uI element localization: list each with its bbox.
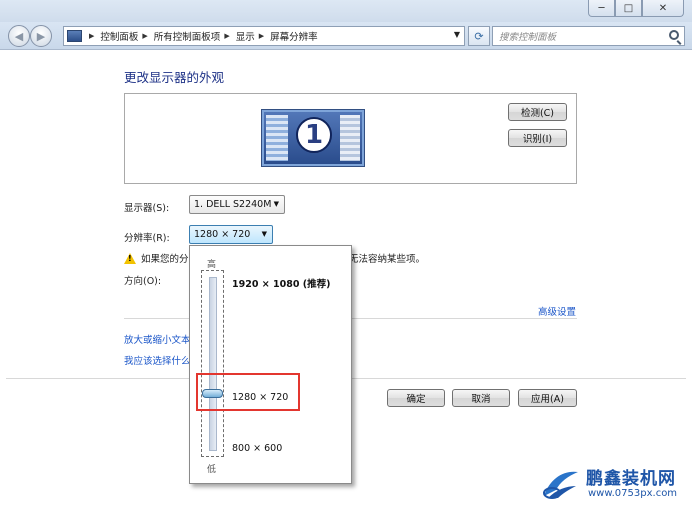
refresh-button[interactable]: ⟳ [468,26,490,46]
refresh-icon: ⟳ [474,29,484,43]
window-controls: ─ □ ✕ [588,0,684,17]
search-placeholder: 搜索控制面板 [499,32,557,43]
navigation-bar: ◀ ▶ ▶ 控制面板 ▶ 所有控制面板项 ▶ 显示 ▶ 屏幕分辨率 ▼ ⟳ 搜索… [0,22,692,50]
breadcrumb-display[interactable]: 显示 [236,29,255,43]
back-button[interactable]: ◀ [8,25,30,47]
chevron-right-icon: ▶ [258,32,265,40]
detect-button[interactable]: 检测(C) [508,103,567,121]
slider-low-label: 低 [207,465,217,475]
window-titlebar: ─ □ ✕ [0,0,692,22]
display-select-value: 1. DELL S2240M [194,199,272,210]
choose-link[interactable]: 我应该选择什么 [124,353,191,367]
chevron-down-icon: ▼ [261,230,267,238]
slider-high-label: 高 [207,260,217,270]
text-size-link[interactable]: 放大或缩小文本 [124,332,191,346]
chevron-down-icon[interactable]: ▼ [454,30,460,39]
arrow-right-icon: ▶ [36,29,46,43]
watermark: 鹏鑫装机网 www.0753px.com [542,462,692,506]
watermark-url: www.0753px.com [588,488,678,499]
forward-button[interactable]: ▶ [30,25,52,47]
orientation-label: 方向(O): [124,276,162,287]
resolution-select-value: 1280 × 720 [194,229,251,240]
selection-highlight-box [196,373,300,411]
chevron-right-icon: ▶ [89,32,95,40]
minimize-icon: ─ [598,2,605,14]
apply-button[interactable]: 应用(A) [518,389,577,407]
monitor-screen-left [266,115,288,161]
monitor-icon[interactable]: 1 [262,110,364,166]
watermark-title: 鹏鑫装机网 [586,469,676,489]
close-icon: ✕ [658,2,668,14]
display-select[interactable]: 1. DELL S2240M ▼ [189,195,285,214]
control-panel-icon [67,30,82,42]
arrow-left-icon: ◀ [14,29,24,43]
address-bar[interactable]: ▶ 控制面板 ▶ 所有控制面板项 ▶ 显示 ▶ 屏幕分辨率 ▼ [63,26,465,46]
slider-track [209,277,217,451]
display-label: 显示器(S): [124,203,170,214]
page-title: 更改显示器的外观 [124,70,225,85]
monitor-screen-right [340,115,360,161]
search-icon[interactable] [669,30,679,40]
resolution-slider[interactable] [201,270,224,457]
warning-text-end: 无法容纳某些项。 [349,254,426,265]
resolution-option-1920[interactable]: 1920 × 1080 (推荐) [232,276,330,290]
minimize-button[interactable]: ─ [588,0,615,17]
ok-button[interactable]: 确定 [387,389,445,407]
breadcrumb-control-panel[interactable]: 控制面板 [100,29,138,43]
resolution-select[interactable]: 1280 × 720 ▼ [189,225,273,244]
chevron-right-icon: ▶ [142,32,148,40]
resolution-option-800[interactable]: 800 × 600 [232,443,282,454]
warning-icon [124,252,136,264]
identify-button[interactable]: 识别(I) [508,129,567,147]
resolution-dropdown: 高 低 1920 × 1080 (推荐) 1280 × 720 800 × 60… [189,245,352,484]
chevron-down-icon: ▼ [273,200,279,208]
chevron-right-icon: ▶ [224,32,230,40]
cancel-button[interactable]: 取消 [452,389,510,407]
resolution-label: 分辨率(R): [124,233,170,244]
warning-message: 如果您的分 [124,251,189,265]
maximize-button[interactable]: □ [615,0,642,17]
search-input[interactable]: 搜索控制面板 [492,26,685,46]
watermark-logo [543,471,578,499]
warning-text-start: 如果您的分 [141,254,189,265]
close-button[interactable]: ✕ [642,0,684,17]
breadcrumb-screen-resolution[interactable]: 屏幕分辨率 [270,29,318,43]
breadcrumb-all-items[interactable]: 所有控制面板项 [154,29,221,43]
advanced-settings-link[interactable]: 高级设置 [538,304,576,318]
monitor-number-badge: 1 [296,117,332,153]
maximize-icon: □ [623,2,634,14]
